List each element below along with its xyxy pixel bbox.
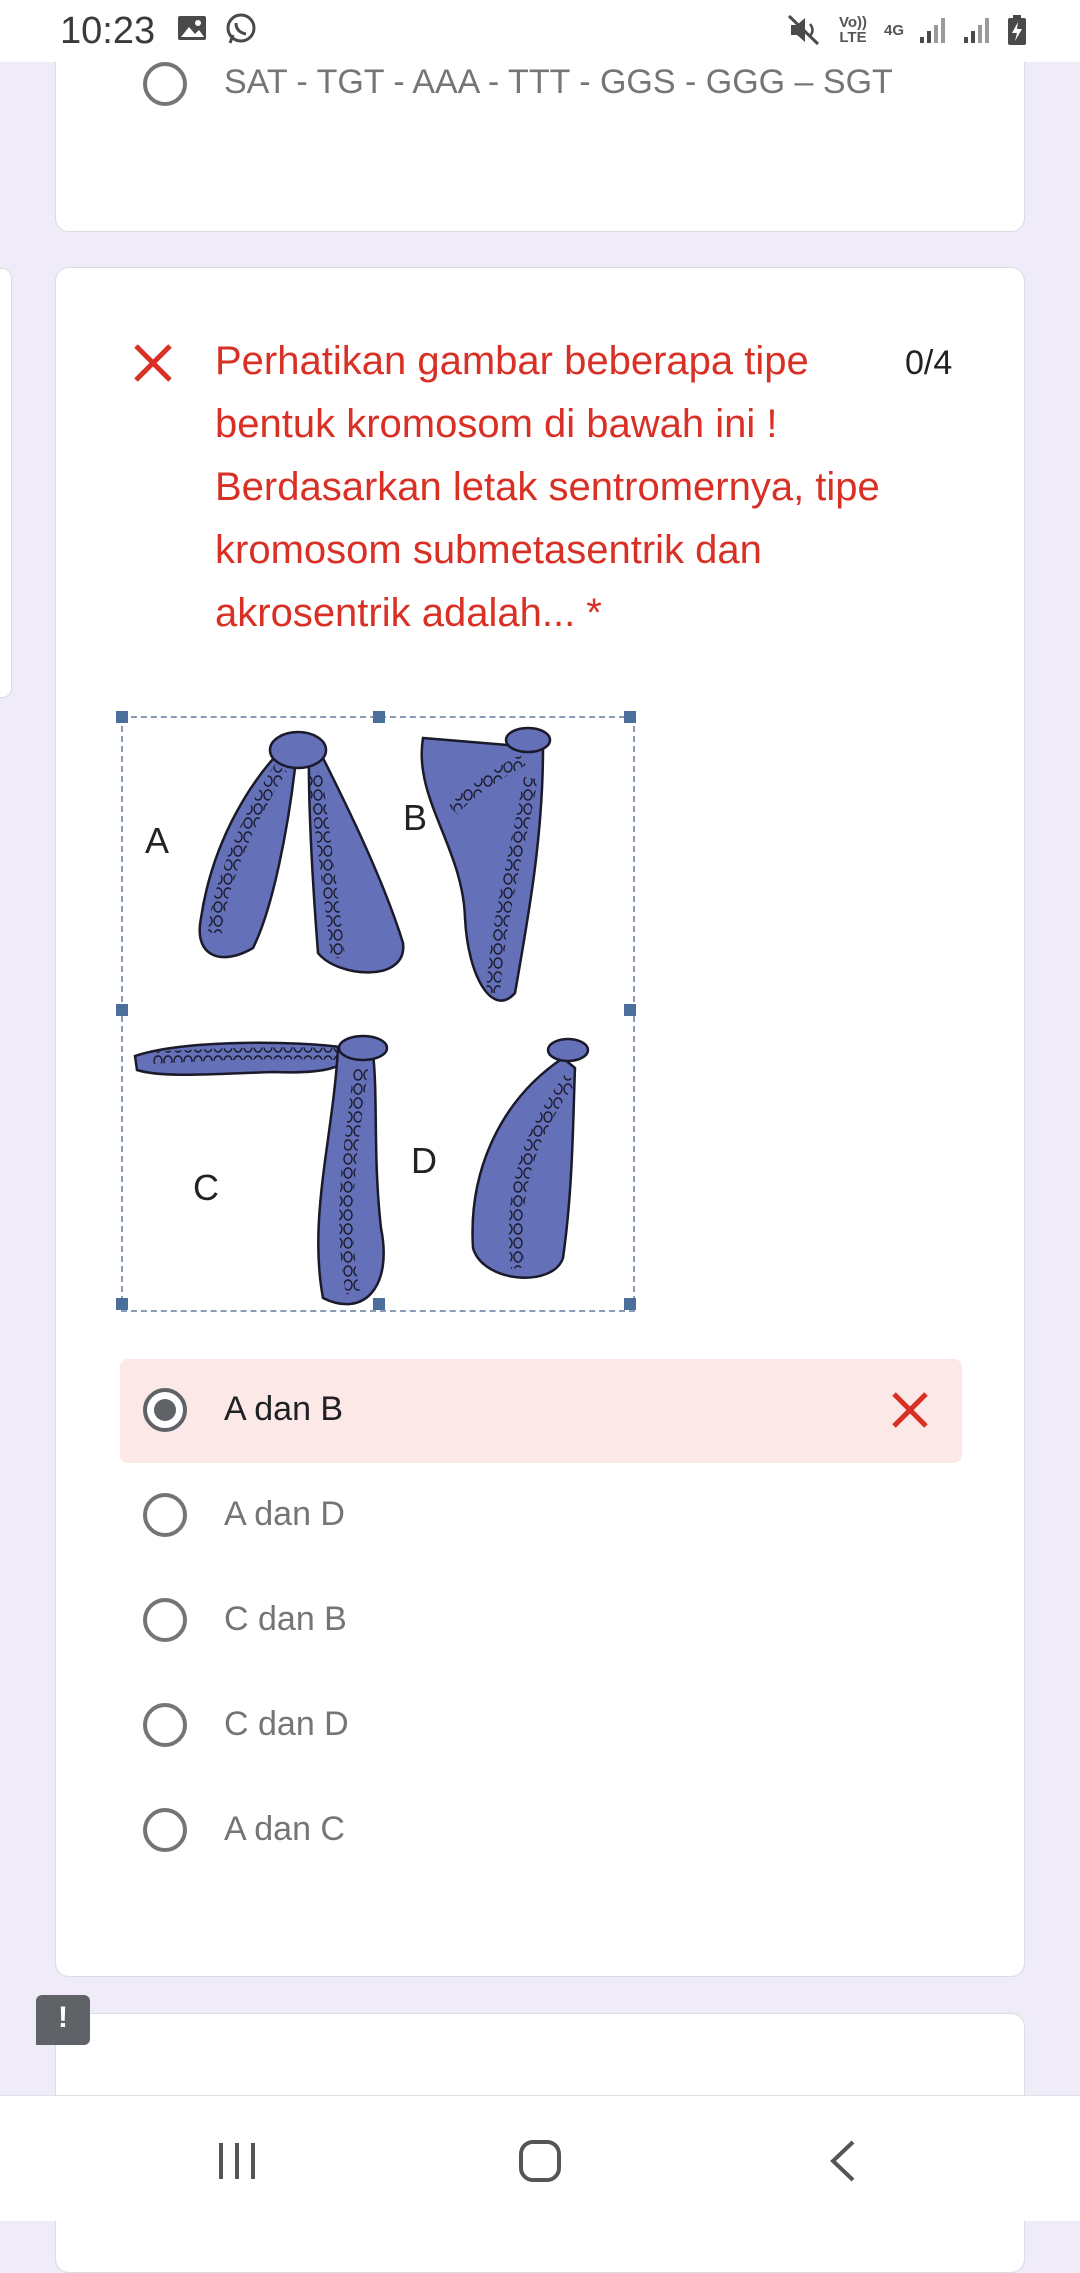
battery-icon (1008, 15, 1026, 45)
incorrect-icon (892, 1392, 928, 1428)
status-bar: 10:23 Vo)) LTE 4G (0, 0, 1080, 62)
figure-label-b: B (403, 797, 427, 838)
radio-button-selected[interactable] (143, 1388, 187, 1432)
incorrect-icon (134, 344, 172, 382)
resize-handle (116, 711, 128, 723)
resize-handle (116, 1298, 128, 1310)
home-icon[interactable] (517, 2138, 563, 2184)
navigation-bar (0, 2095, 1080, 2221)
chromosome-c (133, 1034, 389, 1306)
whatsapp-icon (226, 13, 256, 44)
image-icon (178, 16, 206, 40)
network-volte: Vo)) LTE (838, 14, 867, 46)
question-text: Perhatikan gambar beberapa tipe bentuk k… (215, 339, 880, 635)
network-4g: 4G (883, 21, 904, 39)
status-time: 10:23 (60, 10, 156, 52)
option-label: A dan C (224, 1810, 345, 1848)
option-label: A dan B (224, 1390, 344, 1428)
radio-button[interactable] (143, 1808, 187, 1852)
radio-button[interactable] (143, 62, 187, 106)
figure-label-c: C (193, 1167, 219, 1208)
radio-button[interactable] (143, 1493, 187, 1537)
signal-icon (964, 18, 989, 43)
resize-handle (624, 1004, 636, 1016)
exclamation-icon: ! (58, 2001, 68, 2034)
option-label: SAT - TGT - AAA - TTT - GGS - GGG – SGT (224, 63, 893, 101)
signal-icon (920, 18, 945, 43)
option-label: A dan D (224, 1495, 345, 1533)
chromosome-image: A B C D (116, 711, 636, 1312)
figure-label-d: D (411, 1140, 437, 1181)
chromosome-a (198, 730, 405, 974)
option-label: C dan B (224, 1600, 347, 1638)
chromosome-b (420, 726, 552, 1002)
question-score: 0/4 (905, 344, 953, 382)
status-right-icons: Vo)) LTE 4G (787, 10, 1028, 50)
resize-handle (624, 711, 636, 723)
resize-handle (116, 1004, 128, 1016)
back-icon[interactable] (825, 2138, 861, 2184)
report-feedback-button[interactable]: ! (36, 1995, 90, 2045)
chromosome-d (471, 1037, 590, 1279)
side-panel-tab[interactable] (0, 268, 12, 698)
chromosome-illustration: A B C D (133, 726, 590, 1306)
recent-apps-icon[interactable] (215, 2141, 259, 2181)
resize-handle (373, 1298, 385, 1310)
option-label: C dan D (224, 1705, 349, 1743)
figure-label-a: A (145, 820, 169, 861)
resize-handle (373, 711, 385, 723)
mute-icon (787, 15, 820, 45)
resize-handle (624, 1298, 636, 1310)
radio-button[interactable] (143, 1598, 187, 1642)
radio-button[interactable] (143, 1703, 187, 1747)
